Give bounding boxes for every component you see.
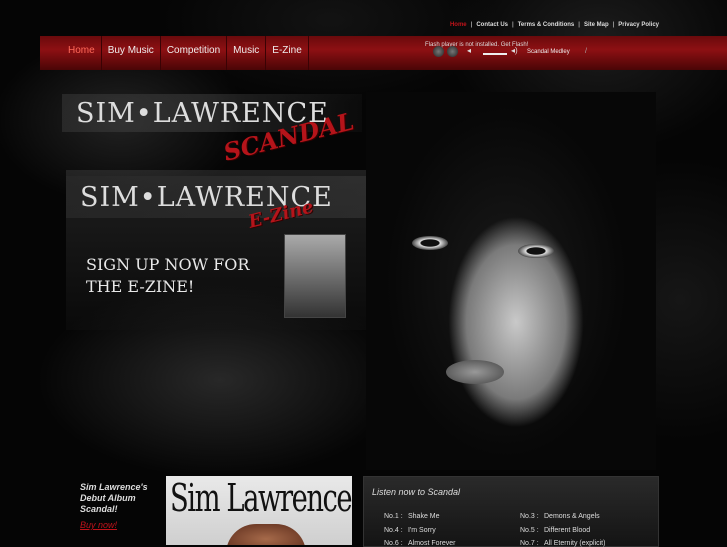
ezine-cover-image	[284, 234, 346, 318]
top-link-contact[interactable]: Contact Us	[476, 22, 508, 28]
play-button[interactable]	[433, 46, 444, 57]
song-title: Almost Forever	[408, 540, 456, 547]
top-link-terms[interactable]: Terms & Conditions	[518, 22, 575, 28]
artist-portrait	[366, 92, 656, 470]
nav-music[interactable]: Music	[227, 36, 267, 70]
song-item[interactable]: No.5 : Different Blood	[520, 527, 590, 534]
top-links: Home | Contact Us | Terms & Conditions | Si…	[450, 22, 659, 28]
promo-line-3: Scandal!	[80, 504, 118, 514]
song-item[interactable]: No.6 : Almost Forever	[384, 540, 455, 547]
song-number: No.1 :	[384, 513, 403, 520]
song-item[interactable]: No.1 : Shake Me	[384, 513, 440, 520]
album-photo	[226, 524, 306, 545]
song-item[interactable]: No.3 : Demons & Angels	[520, 513, 600, 520]
listen-panel: Listen now to Scandal No.1 : Shake Me No.…	[363, 476, 659, 547]
promo-line-2: Debut Album	[80, 493, 136, 503]
separator: |	[470, 22, 473, 28]
music-player: Flash player is not installed. Get Flash…	[425, 42, 645, 64]
stop-button[interactable]	[447, 46, 458, 57]
nav-buy-music[interactable]: Buy Music	[102, 36, 161, 70]
buy-now-link[interactable]: Buy now!	[80, 520, 117, 530]
song-number: No.3 :	[520, 513, 539, 520]
song-item[interactable]: No.7 : All Eternity (explicit)	[520, 540, 605, 547]
song-title: I'm Sorry	[408, 527, 436, 534]
song-number: No.6 :	[384, 540, 403, 547]
left-eye	[412, 236, 448, 250]
top-link-sitemap[interactable]: Site Map	[584, 22, 609, 28]
listen-title: Listen now to Scandal	[372, 487, 461, 497]
separator: |	[578, 22, 580, 28]
main-navbar: Home Buy Music Competition Music E-Zine …	[40, 36, 727, 70]
separator: |	[512, 22, 514, 28]
album-cover[interactable]: Sim Lawrence	[166, 476, 352, 545]
album-promo: Sim Lawrence's Debut Album Scandal!	[80, 482, 148, 515]
volume-slider[interactable]	[483, 53, 507, 55]
nav-ezine[interactable]: E-Zine	[266, 36, 309, 70]
volume-high-icon: ◂)	[511, 46, 518, 55]
top-link-privacy[interactable]: Privacy Policy	[618, 22, 659, 28]
nav-home[interactable]: Home	[62, 36, 102, 70]
song-number: No.4 :	[384, 527, 403, 534]
playlist-icon[interactable]: /	[585, 48, 587, 55]
song-item[interactable]: No.4 : I'm Sorry	[384, 527, 436, 534]
separator: |	[612, 22, 615, 28]
nav-menu: Home Buy Music Competition Music E-Zine	[62, 36, 309, 70]
signup-text[interactable]: SIGN UP NOW FOR THE E-ZINE!	[86, 254, 249, 298]
song-number: No.7 :	[520, 540, 539, 547]
track-title: Scandal Medley	[527, 49, 570, 55]
volume-low-icon: ◂	[467, 46, 472, 55]
scandal-logo[interactable]: SIM•LAWRENCE SCANDAL	[62, 94, 362, 170]
nav-competition[interactable]: Competition	[161, 36, 228, 70]
song-title: Demons & Angels	[544, 513, 600, 520]
top-link-home[interactable]: Home	[450, 22, 467, 28]
right-eye	[518, 244, 554, 258]
song-title: Shake Me	[408, 513, 440, 520]
album-title: Sim Lawrence	[170, 476, 352, 520]
lips	[446, 360, 504, 384]
song-title: All Eternity (explicit)	[544, 540, 606, 547]
song-title: Different Blood	[544, 527, 591, 534]
song-number: No.5 :	[520, 527, 539, 534]
signup-line-1: SIGN UP NOW FOR	[86, 255, 250, 274]
ezine-signup-panel[interactable]: SIM•LAWRENCE E-Zine SIGN UP NOW FOR THE …	[66, 170, 366, 330]
promo-line-1: Sim Lawrence's	[80, 482, 148, 492]
signup-line-2: THE E-ZINE!	[86, 277, 195, 296]
